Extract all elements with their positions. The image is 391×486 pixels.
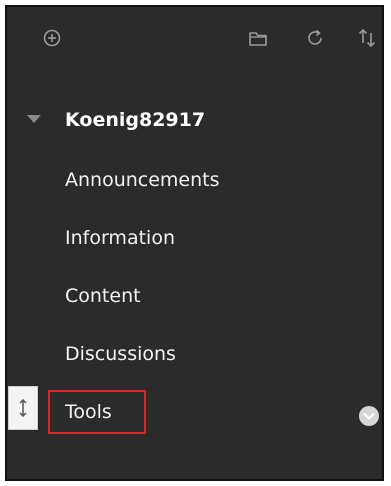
vertical-arrows-icon: [19, 398, 27, 418]
course-title[interactable]: Koenig82917: [65, 108, 205, 132]
refresh-icon[interactable]: [304, 27, 326, 49]
collapse-triangle-icon[interactable]: [25, 113, 43, 125]
menu-item-tools[interactable]: Tools: [65, 400, 112, 424]
add-circle-icon[interactable]: [42, 28, 62, 48]
folder-icon[interactable]: [247, 28, 269, 48]
menu-item-announcements[interactable]: Announcements: [65, 168, 220, 192]
menu-item-information[interactable]: Information: [65, 226, 175, 250]
options-chevron-icon[interactable]: [358, 405, 380, 427]
menu-item-discussions[interactable]: Discussions: [65, 342, 176, 366]
drag-handle[interactable]: [8, 386, 38, 430]
screenshot-frame: Koenig82917 Announcements Information Co…: [0, 0, 391, 486]
sort-icon[interactable]: [355, 26, 379, 50]
menu-item-content[interactable]: Content: [65, 284, 141, 308]
